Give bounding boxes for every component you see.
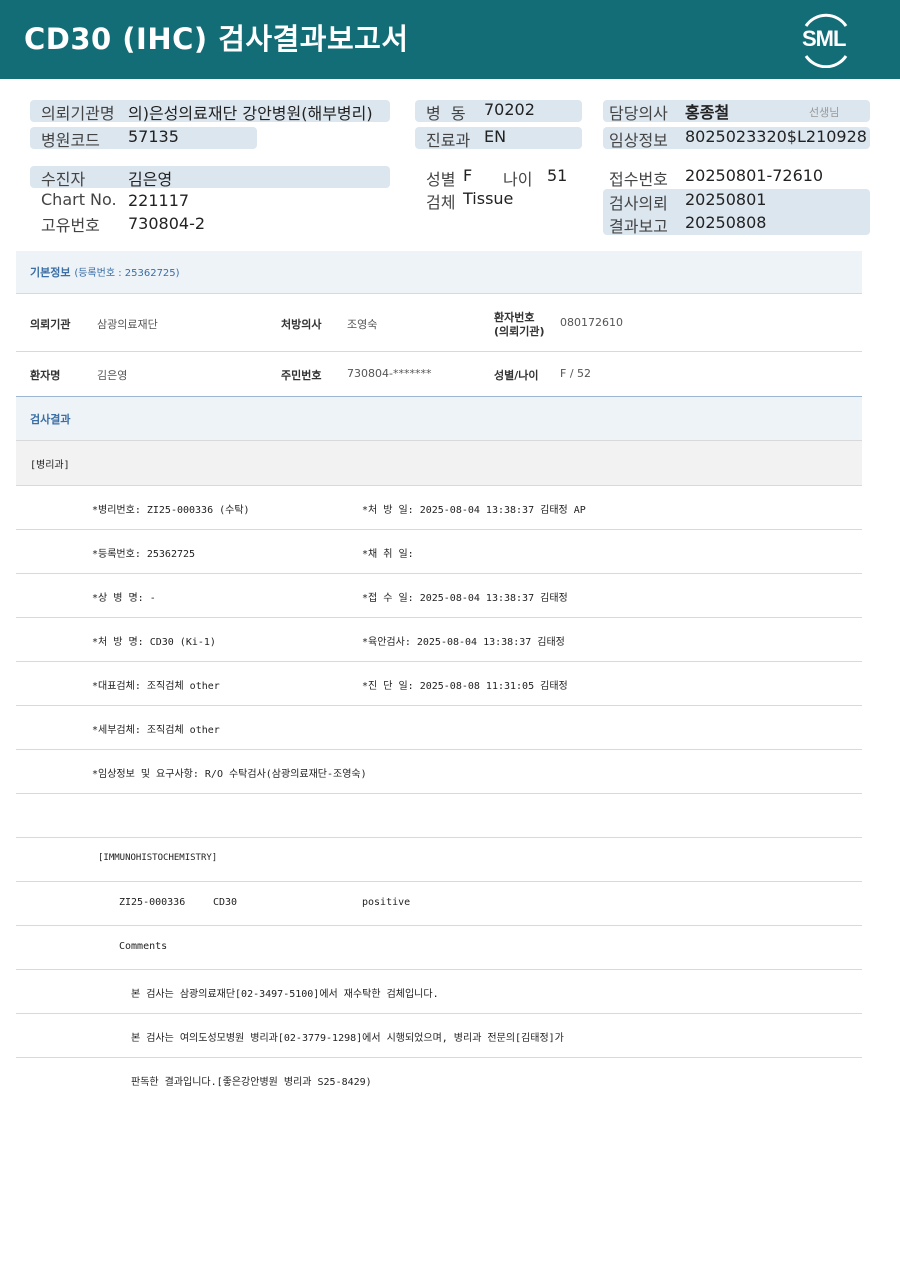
dept-label: 진료과 — [426, 131, 471, 150]
divider — [16, 881, 862, 882]
result-row-left: *상 병 명: - — [92, 593, 156, 604]
req-org-value: 의)은성의료재단 강안병원(해부병리) — [128, 104, 373, 123]
comments-label: Comments — [119, 941, 168, 952]
comment-line: 본 검사는 여의도성모병원 병리과[02-3779-1298]에서 시행되었으며… — [131, 1033, 564, 1044]
divider — [16, 749, 862, 750]
result-row-left: *임상정보 및 요구사항: R/O 수탁검사(삼광의료재단-조영숙) — [92, 769, 367, 780]
result-row-right: *진 단 일: 2025-08-08 11:31:05 김태정 — [362, 681, 568, 692]
divider — [16, 837, 862, 838]
sexage-label: 성별/나이 — [494, 369, 539, 382]
name-label: 환자명 — [30, 369, 61, 382]
doctor-suffix: 선생님 — [809, 106, 840, 119]
sex-value: F — [463, 166, 473, 185]
result-title: 검사결과 — [30, 413, 71, 426]
pno-value: 080172610 — [560, 316, 623, 329]
req-org-label: 의뢰기관명 — [41, 104, 115, 123]
sex-label: 성별 — [426, 170, 456, 189]
pno-label-2: (의뢰기관) — [494, 325, 545, 338]
ihc-result: positive — [362, 897, 411, 908]
divider — [16, 661, 862, 662]
divider — [16, 485, 862, 486]
chart-label: Chart No. — [41, 190, 117, 209]
result-row-left: *처 방 명: CD30 (Ki-1) — [92, 637, 216, 648]
dept-value: EN — [484, 127, 507, 146]
result-header — [16, 397, 862, 440]
sml-logo: SML — [796, 12, 856, 69]
rrn-value: 730804-******* — [347, 367, 432, 380]
basic-info-title: 기본정보 (등록번호 : 25362725) — [30, 264, 180, 280]
report-title: CD30 (IHC) 검사결과보고서 — [24, 22, 409, 56]
result-row-left: *병리번호: ZI25-000336 (수탁) — [92, 505, 250, 516]
id-label: 고유번호 — [41, 216, 100, 235]
doctor-label: 담당의사 — [609, 104, 668, 123]
divider — [16, 969, 862, 970]
result-row-right: *접 수 일: 2025-08-04 13:38:37 김태정 — [362, 593, 568, 604]
reception-label: 접수번호 — [609, 170, 668, 189]
patient-label: 수진자 — [41, 170, 86, 189]
presc-label: 처방의사 — [281, 318, 322, 331]
ihc-number: ZI25-000336 — [119, 897, 186, 908]
clinical-label: 임상정보 — [609, 131, 668, 150]
logo-text: SML — [802, 26, 846, 51]
patient-value: 김은영 — [128, 170, 173, 189]
presc-value: 조영숙 — [347, 318, 378, 331]
divider — [16, 573, 862, 574]
divider — [16, 1013, 862, 1014]
divider — [16, 351, 862, 352]
hosp-code-value: 57135 — [128, 127, 179, 146]
ward-label: 병 동 — [426, 104, 466, 123]
comment-line: 본 검사는 삼광의료재단[02-3497-5100]에서 재수탁한 검체입니다. — [131, 989, 439, 1000]
age-label: 나이 — [503, 170, 533, 189]
specimen-value: Tissue — [463, 189, 514, 208]
divider — [16, 793, 862, 794]
divider — [16, 1057, 862, 1058]
chart-value: 221117 — [128, 191, 190, 210]
request-label: 검사의뢰 — [609, 194, 668, 213]
age-value: 51 — [547, 166, 568, 185]
comment-line: 판독한 결과입니다.[좋은강안병원 병리과 S25-8429) — [131, 1077, 372, 1088]
result-dept: [병리과] — [30, 460, 70, 471]
ihc-marker: CD30 — [213, 897, 238, 908]
hosp-code-label: 병원코드 — [41, 131, 100, 150]
result-row-right: *육안검사: 2025-08-04 13:38:37 김태정 — [362, 637, 565, 648]
doctor-value: 홍종철 — [685, 103, 730, 122]
result-row-left: *대표검체: 조직검체 other — [92, 681, 220, 692]
report-value: 20250808 — [685, 213, 767, 232]
report-header: CD30 (IHC) 검사결과보고서 SML — [0, 0, 900, 79]
org-value: 삼광의료재단 — [97, 318, 158, 331]
name-value: 김은영 — [97, 369, 128, 382]
report-label: 결과보고 — [609, 217, 668, 236]
ihc-title: [IMMUNOHISTOCHEMISTRY] — [98, 853, 218, 863]
divider — [16, 617, 862, 618]
sexage-value: F / 52 — [560, 367, 592, 380]
ward-value: 70202 — [484, 100, 535, 119]
basic-info-title-text: 기본정보 — [30, 266, 71, 279]
result-row-right: *채 취 일: — [362, 549, 414, 560]
request-value: 20250801 — [685, 190, 767, 209]
divider — [16, 925, 862, 926]
divider — [16, 529, 862, 530]
result-row-left: *등록번호: 25362725 — [92, 549, 196, 560]
result-row-left: *세부검체: 조직검체 other — [92, 725, 220, 736]
reception-value: 20250801-72610 — [685, 166, 824, 185]
result-row-right: *처 방 일: 2025-08-04 13:38:37 김태정 AP — [362, 505, 586, 516]
id-value: 730804-2 — [128, 214, 206, 233]
divider — [16, 705, 862, 706]
dept-band — [16, 441, 862, 485]
basic-info-reg-no: (등록번호 : 25362725) — [74, 268, 180, 279]
org-label: 의뢰기관 — [30, 318, 71, 331]
divider — [16, 293, 862, 294]
rrn-label: 주민번호 — [281, 369, 322, 382]
clinical-value: 8025023320$L210928 — [685, 127, 867, 146]
specimen-label: 검체 — [426, 193, 456, 212]
